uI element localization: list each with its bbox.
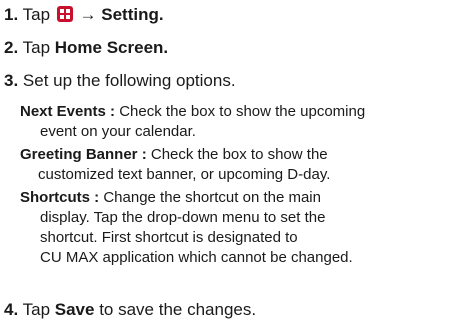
step-text: Tap — [22, 38, 51, 57]
option-shortcuts: Shortcuts : Change the shortcut on the m… — [20, 188, 321, 207]
arrow-symbol: → — [79, 5, 97, 24]
step-4: 4. Tap Save to save the changes. — [4, 300, 256, 320]
step-2: 2. Tap Home Screen. — [4, 38, 168, 58]
step-bold-text: Save — [54, 300, 95, 319]
option-greeting-banner: Greeting Banner : Check the box to show … — [20, 145, 328, 164]
step-1: 1. Tap → Setting. — [4, 5, 164, 25]
option-label: Next Events : — [20, 103, 116, 120]
option-next-events: Next Events : Check the box to show the … — [20, 102, 365, 121]
instructions-document: 1. Tap → Setting. 2. Tap Home Screen. 3.… — [0, 0, 450, 334]
step-text: to save the changes. — [99, 300, 257, 319]
step-text: Tap — [22, 5, 51, 24]
option-label: Shortcuts : — [20, 189, 100, 206]
option-description-continued: customized text banner, or upcoming D-da… — [38, 166, 331, 183]
step-bold-text: Home Screen. — [54, 38, 169, 57]
option-description: Check the box to show the upcoming — [119, 103, 366, 120]
option-description: Check the box to show the — [150, 146, 328, 163]
step-bold-text: Setting. — [101, 5, 164, 24]
step-3: 3. Set up the following options. — [4, 71, 236, 91]
step-text: Set up the following options. — [22, 71, 236, 90]
option-description-continued: display. Tap the drop-down menu to set t… — [40, 209, 326, 226]
step-number: 3. — [4, 71, 19, 90]
step-number: 4. — [4, 300, 19, 319]
option-description-continued: shortcut. First shortcut is designated t… — [40, 229, 298, 246]
option-description: Change the shortcut on the main — [103, 189, 321, 206]
step-number: 1. — [4, 5, 19, 24]
option-description-continued: event on your calendar. — [40, 123, 196, 140]
option-description-continued: CU MAX application which cannot be chang… — [40, 249, 353, 266]
step-number: 2. — [4, 38, 19, 57]
apps-grid-icon — [56, 6, 73, 22]
option-label: Greeting Banner : — [20, 146, 147, 163]
step-text: Tap — [22, 300, 51, 319]
